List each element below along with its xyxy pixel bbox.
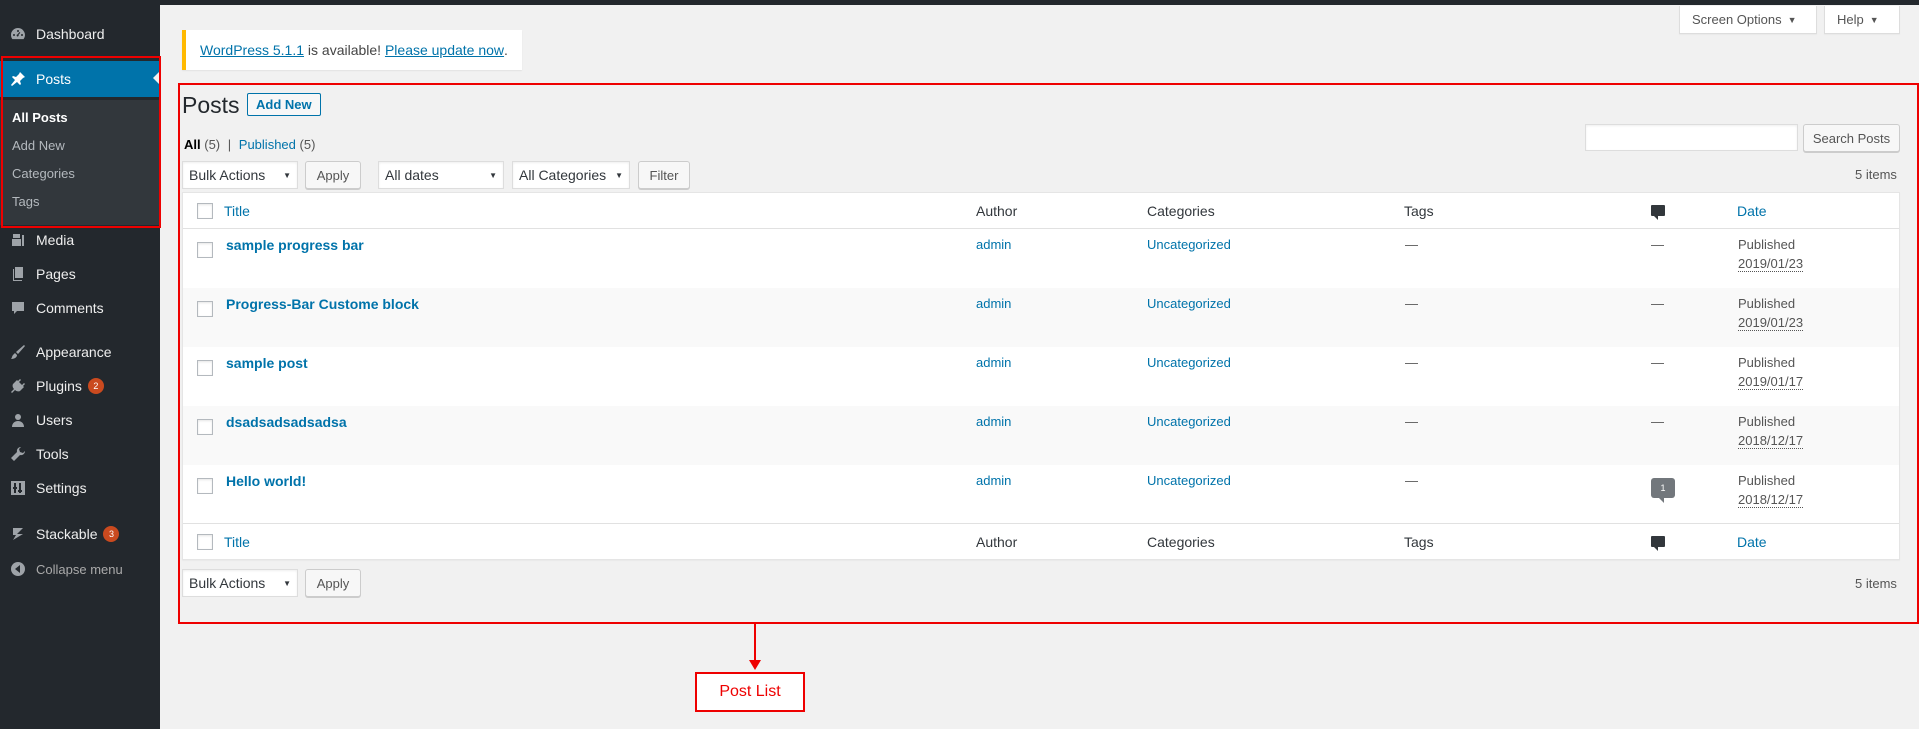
update-notice: WordPress 5.1.1 is available! Please upd…	[182, 30, 522, 70]
menu-pages-label: Pages	[36, 266, 76, 282]
menu-stackable-label: Stackable	[36, 526, 98, 542]
settings-sliders-icon	[0, 480, 36, 496]
menu-pages[interactable]: Pages	[0, 257, 160, 291]
plugins-update-badge: 2	[87, 378, 104, 394]
menu-tools-label: Tools	[36, 446, 69, 462]
menu-plugins[interactable]: Plugins 2	[0, 369, 160, 403]
post-list-highlight-box	[178, 83, 1919, 624]
menu-media-label: Media	[36, 232, 75, 248]
plugin-icon	[0, 378, 36, 394]
notice-text: is available!	[304, 42, 385, 58]
dashboard-icon	[0, 26, 36, 42]
screen-options-label: Screen Options	[1692, 12, 1782, 27]
wrench-icon	[0, 446, 36, 462]
help-button[interactable]: Help ▼	[1824, 6, 1900, 34]
help-label: Help	[1837, 12, 1864, 27]
comments-icon	[0, 300, 36, 316]
collapse-arrow-icon	[0, 561, 36, 577]
paintbrush-icon	[0, 344, 36, 360]
menu-users-label: Users	[36, 412, 73, 428]
menu-users[interactable]: Users	[0, 403, 160, 437]
notice-end: .	[504, 42, 508, 58]
media-icon	[0, 232, 36, 248]
pages-icon	[0, 266, 36, 282]
menu-tools[interactable]: Tools	[0, 437, 160, 471]
collapse-menu-button[interactable]: Collapse menu	[0, 552, 160, 586]
collapse-menu-label: Collapse menu	[36, 561, 123, 577]
menu-media[interactable]: Media	[0, 223, 160, 257]
users-icon	[0, 412, 36, 428]
please-update-link[interactable]: Please update now	[385, 42, 504, 58]
admin-bar	[0, 0, 1919, 5]
stackable-logo-icon	[0, 526, 36, 542]
menu-dashboard-label: Dashboard	[36, 26, 105, 42]
stackable-badge: 3	[103, 526, 120, 542]
caret-down-icon: ▼	[1869, 14, 1879, 25]
menu-settings-label: Settings	[36, 480, 87, 496]
menu-dashboard[interactable]: Dashboard	[0, 17, 160, 51]
wordpress-version-link[interactable]: WordPress 5.1.1	[200, 42, 304, 58]
caret-down-icon: ▼	[1787, 14, 1797, 25]
screen-options-button[interactable]: Screen Options ▼	[1679, 6, 1817, 34]
menu-settings[interactable]: Settings	[0, 471, 160, 505]
annotation-label: Post List	[695, 672, 805, 712]
menu-appearance-label: Appearance	[36, 344, 112, 360]
menu-appearance[interactable]: Appearance	[0, 335, 160, 369]
annotation-connector-line	[754, 624, 756, 662]
menu-comments[interactable]: Comments	[0, 291, 160, 325]
menu-stackable[interactable]: Stackable 3	[0, 517, 160, 551]
menu-plugins-label: Plugins	[36, 378, 82, 394]
menu-comments-label: Comments	[36, 300, 104, 316]
annotation-arrowhead	[749, 660, 761, 670]
sidebar-highlight-box	[1, 56, 161, 228]
